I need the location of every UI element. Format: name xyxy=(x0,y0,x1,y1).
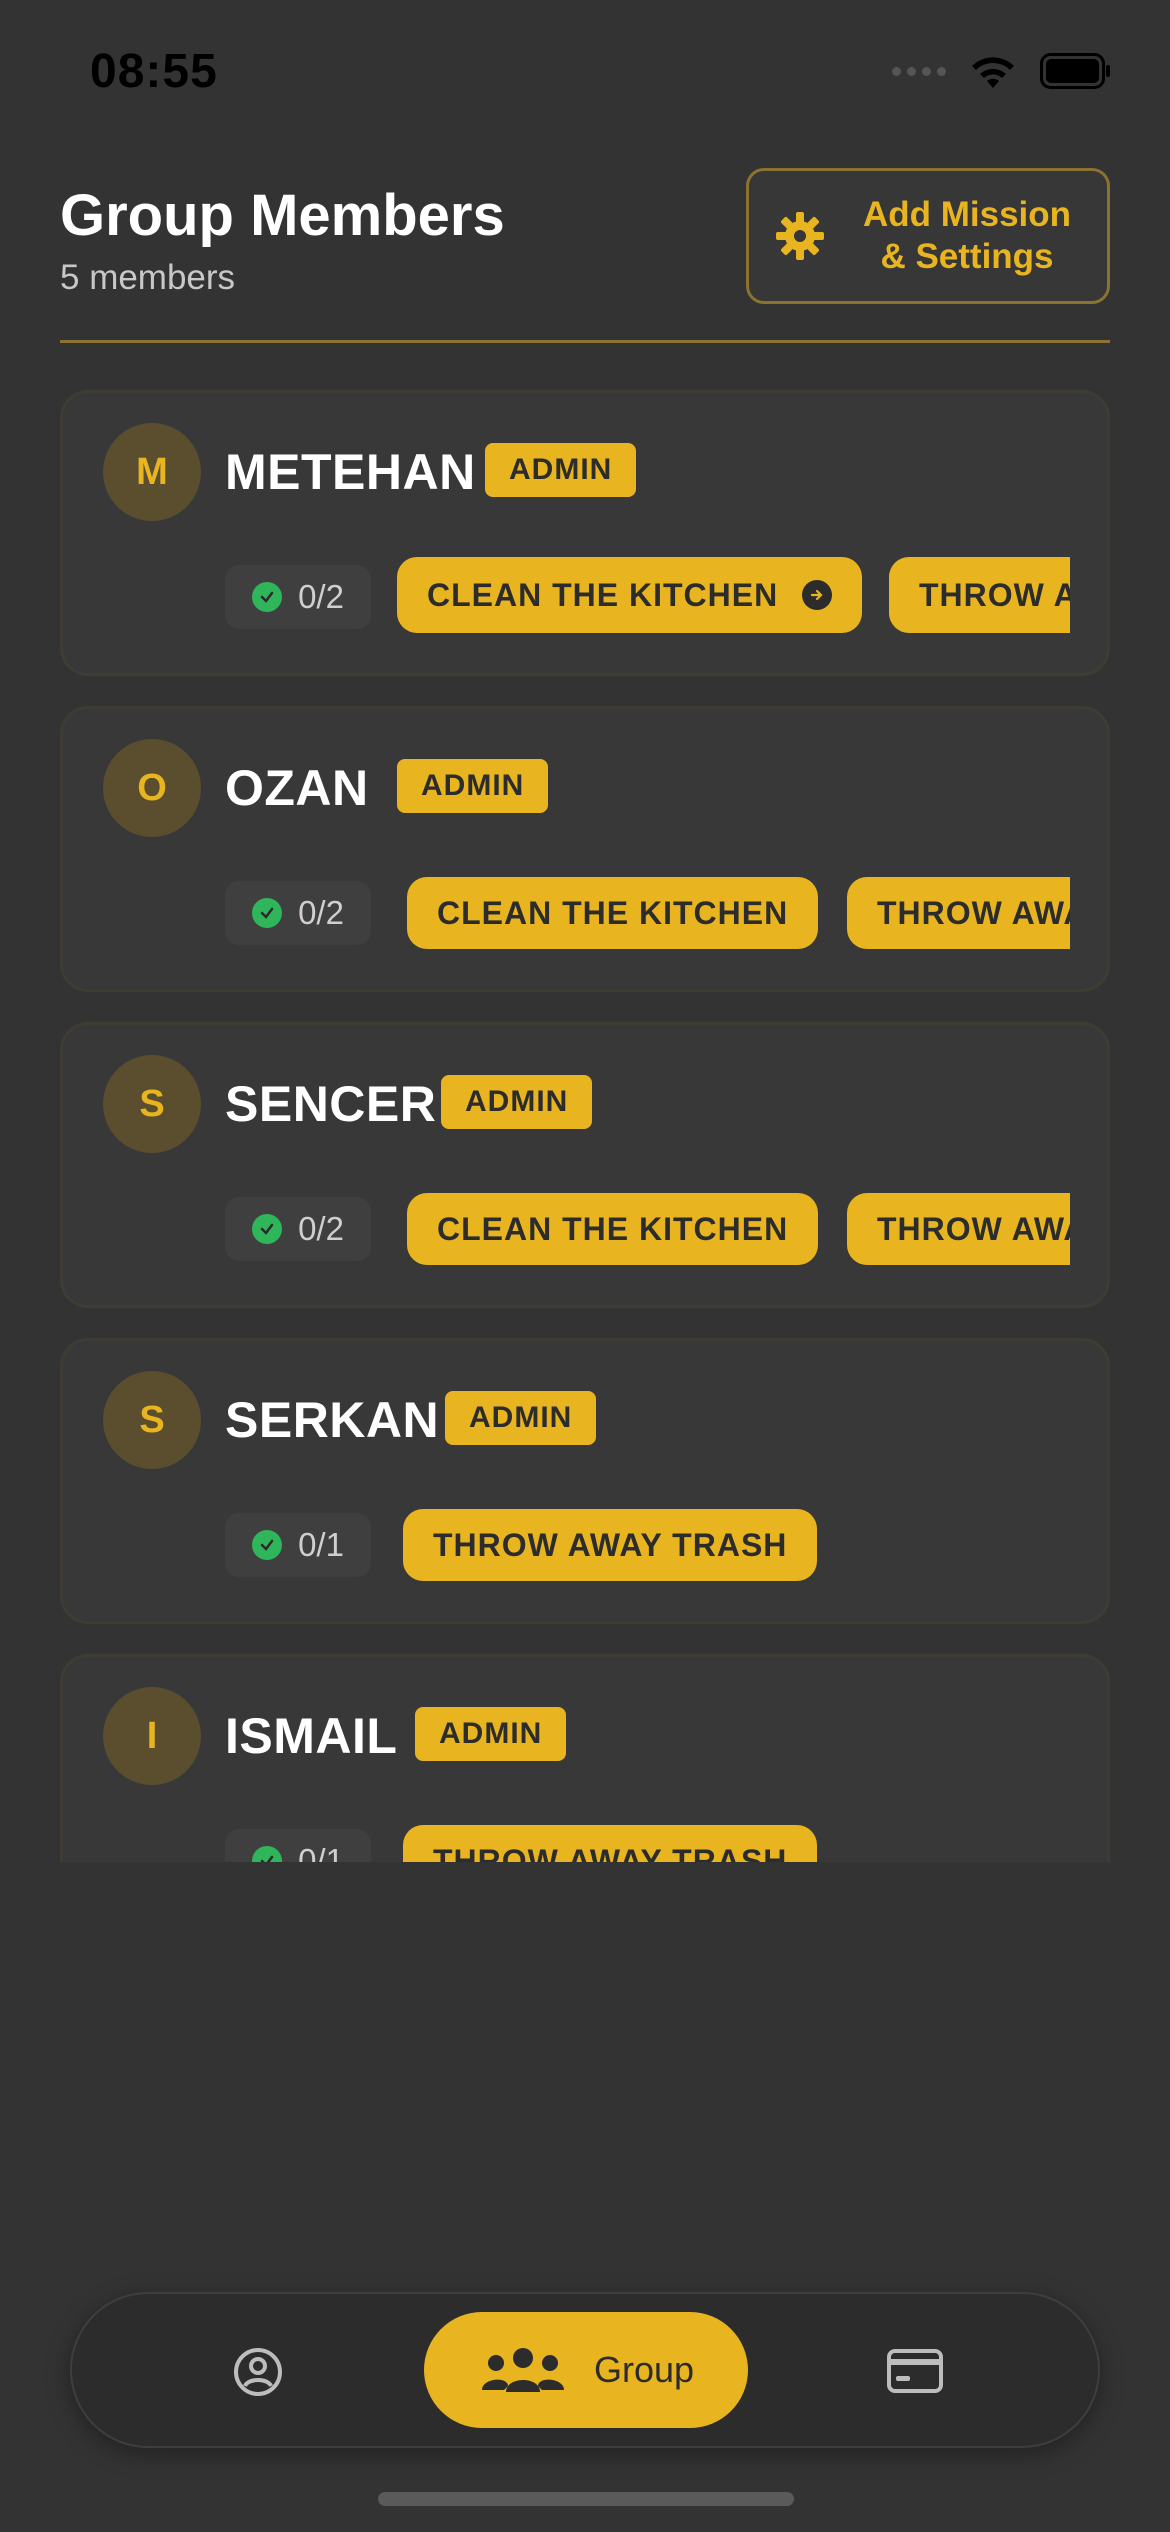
admin-badge: ADMIN xyxy=(445,1391,597,1445)
task-label: CLEAN THE KITCHEN xyxy=(437,894,789,931)
task-pill[interactable]: THROW AWAY TRASH xyxy=(847,1193,1070,1265)
admin-badge: ADMIN xyxy=(485,443,637,497)
task-label: THROW AWAY TRASH xyxy=(877,894,1070,931)
settings-button-label: Add Mission & Settings xyxy=(862,195,1072,276)
battery-icon xyxy=(1040,53,1110,89)
member-card[interactable]: I ISMAIL ADMIN 0/1 THROW AWAY TRASH xyxy=(60,1654,1110,1862)
check-icon xyxy=(252,898,283,928)
task-list[interactable]: 0/2 CLEAN THE KITCHEN THROW AWAY TRASH xyxy=(63,1189,1070,1269)
progress-count: 0/1 xyxy=(298,1842,344,1862)
progress-count: 0/2 xyxy=(298,894,344,931)
check-icon xyxy=(252,1846,283,1862)
task-label: CLEAN THE KITCHEN xyxy=(437,1210,789,1247)
admin-badge: ADMIN xyxy=(441,1075,593,1129)
progress-chip: 0/1 xyxy=(225,1829,371,1862)
task-list[interactable]: 0/2 CLEAN THE KITCHEN THROW AWAY TRASH xyxy=(63,873,1070,953)
add-mission-settings-button[interactable]: Add Mission & Settings xyxy=(746,168,1110,304)
progress-count: 0/1 xyxy=(298,1526,344,1563)
task-pill[interactable]: THROW AWAY TRASH xyxy=(403,1825,818,1863)
progress-chip: 0/2 xyxy=(225,881,371,945)
member-card[interactable]: O OZAN ADMIN 0/2 CLEAN THE KITCHEN THROW… xyxy=(60,706,1110,992)
task-label: CLEAN THE KITCHEN xyxy=(427,576,779,613)
check-icon xyxy=(252,582,283,612)
group-icon xyxy=(481,2348,564,2392)
task-pill[interactable]: CLEAN THE KITCHEN xyxy=(397,557,863,633)
task-label: THROW AWAY TRASH xyxy=(433,1842,788,1863)
check-icon xyxy=(252,1530,283,1560)
progress-chip: 0/2 xyxy=(225,565,371,629)
member-name: ISMAIL xyxy=(225,1708,398,1764)
progress-count: 0/2 xyxy=(298,578,344,615)
progress-chip: 0/1 xyxy=(225,1513,371,1577)
home-indicator xyxy=(378,2492,794,2506)
task-pill[interactable]: CLEAN THE KITCHEN xyxy=(407,1193,819,1265)
avatar: O xyxy=(103,739,201,837)
task-pill[interactable]: THROW AWAY TRASH xyxy=(403,1509,818,1581)
member-name: METEHAN xyxy=(225,444,476,500)
check-icon xyxy=(252,1214,283,1244)
card-icon[interactable] xyxy=(886,2346,944,2396)
task-list[interactable]: 0/2 CLEAN THE KITCHEN THROW AWAY TRASH xyxy=(63,557,1070,637)
member-card[interactable]: M METEHAN ADMIN 0/2 CLEAN THE KITCHEN TH… xyxy=(60,390,1110,676)
member-list[interactable]: M METEHAN ADMIN 0/2 CLEAN THE KITCHEN TH… xyxy=(60,390,1110,1862)
member-name: OZAN xyxy=(225,760,369,816)
progress-count: 0/2 xyxy=(298,1210,344,1247)
status-time: 08:55 xyxy=(90,45,218,98)
wifi-icon xyxy=(972,57,1014,88)
status-bar: 08:55 xyxy=(0,0,1170,150)
avatar: I xyxy=(103,1687,201,1785)
task-list[interactable]: 0/1 THROW AWAY TRASH xyxy=(63,1505,1070,1585)
tab-group[interactable]: Group xyxy=(424,2312,748,2428)
avatar: S xyxy=(103,1371,201,1469)
arrow-right-icon xyxy=(802,580,833,610)
task-list[interactable]: 0/1 THROW AWAY TRASH xyxy=(63,1821,1070,1862)
admin-badge: ADMIN xyxy=(415,1707,567,1761)
header: Group Members 5 members Add Mission & Se… xyxy=(60,168,1110,344)
cellular-signal-icon xyxy=(892,66,946,76)
page-title: Group Members xyxy=(60,183,505,248)
tab-bar: Group xyxy=(70,2292,1100,2448)
profile-icon[interactable] xyxy=(232,2346,284,2398)
admin-badge: ADMIN xyxy=(397,759,549,813)
gear-icon xyxy=(776,212,824,260)
task-label: THROW AWAY TRASH xyxy=(877,1210,1070,1247)
task-label: THROW AWAY TRASH xyxy=(919,576,1070,613)
avatar: S xyxy=(103,1055,201,1153)
avatar: M xyxy=(103,423,201,521)
task-pill[interactable]: CLEAN THE KITCHEN xyxy=(407,877,819,949)
task-pill[interactable]: THROW AWAY TRASH xyxy=(847,877,1070,949)
member-count: 5 members xyxy=(60,258,236,297)
member-card[interactable]: S SENCER ADMIN 0/2 CLEAN THE KITCHEN THR… xyxy=(60,1022,1110,1308)
member-card[interactable]: S SERKAN ADMIN 0/1 THROW AWAY TRASH xyxy=(60,1338,1110,1624)
member-name: SENCER xyxy=(225,1076,437,1132)
header-divider xyxy=(60,340,1110,343)
tab-group-label: Group xyxy=(593,2349,695,2390)
member-name: SERKAN xyxy=(225,1392,440,1448)
task-label: THROW AWAY TRASH xyxy=(433,1526,788,1563)
progress-chip: 0/2 xyxy=(225,1197,371,1261)
status-icons xyxy=(892,52,1112,90)
task-pill[interactable]: THROW AWAY TRASH xyxy=(889,557,1070,633)
